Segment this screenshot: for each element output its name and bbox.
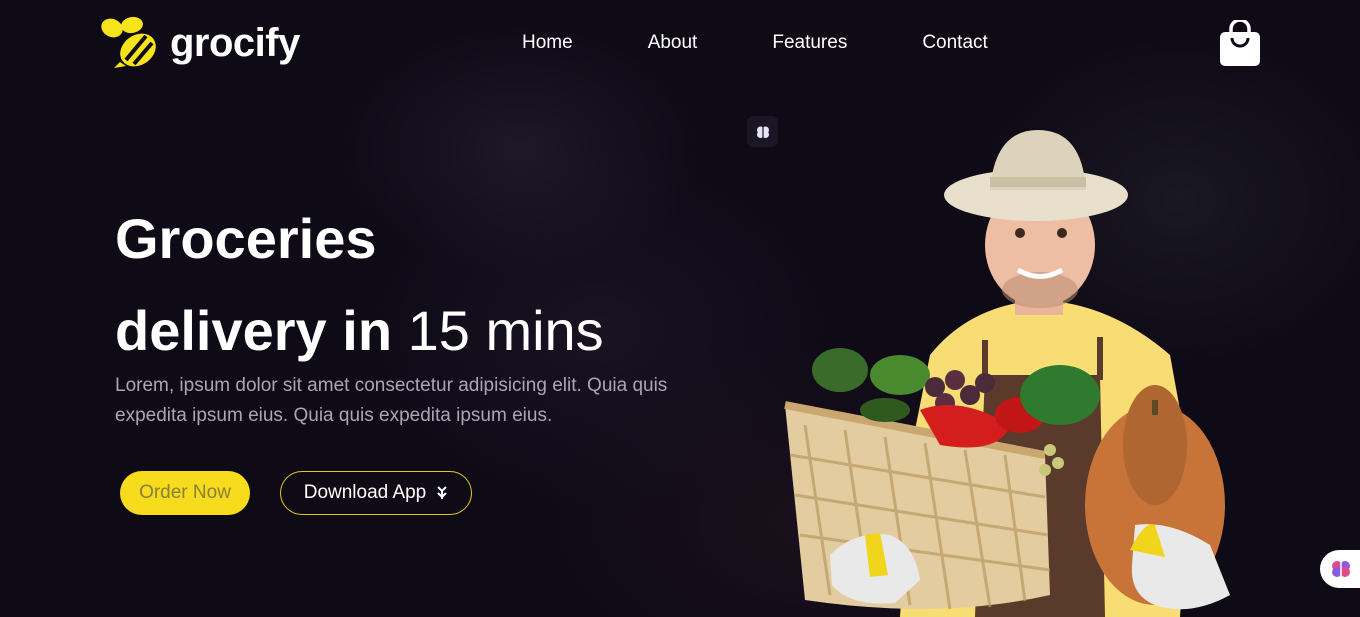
- hero-title-line1: Groceries: [115, 207, 377, 270]
- nav-about[interactable]: About: [648, 32, 698, 54]
- hero-image: [784, 130, 1230, 617]
- double-chevron-down-icon: [437, 486, 447, 499]
- nav-features[interactable]: Features: [772, 32, 847, 54]
- floating-assistant-button[interactable]: [1320, 550, 1360, 588]
- bee-logo-icon: [101, 16, 156, 68]
- cart-button[interactable]: [1220, 18, 1260, 71]
- download-app-label: Download App: [303, 482, 427, 503]
- shopping-bag-icon: [1220, 18, 1260, 66]
- hero-title-line2: delivery in 15 mins: [115, 296, 604, 366]
- nav-contact[interactable]: Contact: [922, 32, 987, 54]
- order-now-button[interactable]: Order Now: [120, 471, 250, 515]
- hero-description: Lorem, ipsum dolor sit amet consectetur …: [115, 375, 668, 426]
- main-nav: Home About Features Contact: [522, 32, 988, 54]
- nav-home[interactable]: Home: [522, 32, 573, 54]
- download-app-button[interactable]: Download App: [280, 471, 472, 515]
- brain-icon: [756, 126, 769, 138]
- brand-name: grocify: [170, 20, 300, 65]
- logo[interactable]: grocify: [100, 16, 300, 70]
- brain-icon: [1332, 561, 1350, 577]
- hero-title-bold: delivery in: [115, 299, 393, 362]
- hero-title-light: 15 mins: [407, 299, 604, 362]
